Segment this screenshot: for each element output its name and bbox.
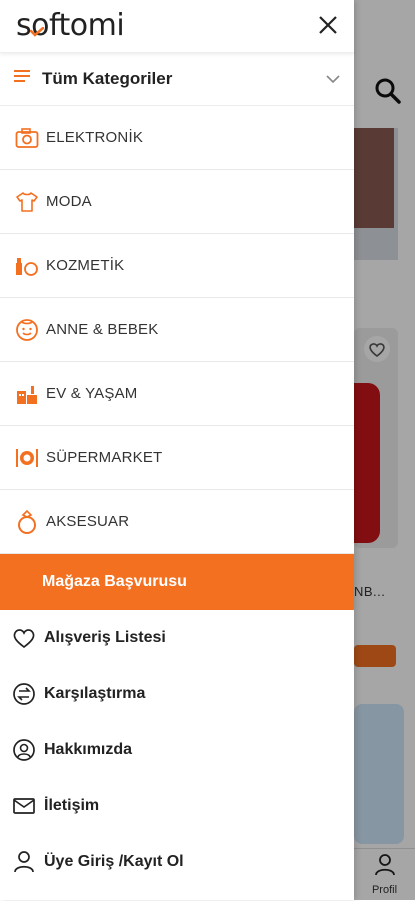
category-item-supermarket[interactable]: SÜPERMARKET bbox=[0, 426, 354, 490]
category-label: KOZMETİK bbox=[46, 257, 125, 274]
baby-icon bbox=[14, 317, 40, 343]
link-label: Üye Giriş /Kayıt Ol bbox=[44, 853, 184, 870]
tshirt-icon bbox=[14, 189, 40, 215]
camera-icon bbox=[14, 125, 40, 151]
menu-lines-icon bbox=[14, 69, 32, 90]
user-icon bbox=[12, 850, 36, 874]
category-item-aksesuar[interactable]: AKSESUAR bbox=[0, 490, 354, 554]
login-register-link[interactable]: Üye Giriş /Kayıt Ol bbox=[0, 834, 354, 890]
category-label: AKSESUAR bbox=[46, 513, 130, 530]
brand-logo[interactable]: softomi bbox=[16, 8, 125, 43]
ring-icon bbox=[14, 509, 40, 535]
chevron-down-icon bbox=[326, 71, 340, 89]
close-icon[interactable] bbox=[316, 13, 340, 37]
category-label: ANNE & BEBEK bbox=[46, 321, 159, 338]
navigation-drawer: softomi Tüm Kategoriler ELEKTRONİK MODA … bbox=[0, 0, 354, 900]
about-link[interactable]: Hakkımızda bbox=[0, 722, 354, 778]
contact-link[interactable]: İletişim bbox=[0, 778, 354, 834]
store-application-label: Mağaza Başvurusu bbox=[42, 573, 187, 590]
drawer-header: softomi bbox=[0, 0, 354, 53]
compare-icon bbox=[12, 682, 36, 706]
cosmetics-icon bbox=[14, 253, 40, 279]
store-application-button[interactable]: Mağaza Başvurusu bbox=[0, 554, 354, 610]
mail-icon bbox=[12, 794, 36, 818]
category-label: MODA bbox=[46, 193, 92, 210]
logo-text: softomi bbox=[16, 8, 125, 43]
category-item-ev-yasam[interactable]: EV & YAŞAM bbox=[0, 362, 354, 426]
cutlery-icon bbox=[14, 445, 40, 471]
link-label: İletişim bbox=[44, 797, 100, 814]
about-icon bbox=[12, 738, 36, 762]
link-label: Karşılaştırma bbox=[44, 685, 146, 702]
heart-icon bbox=[12, 626, 36, 650]
category-item-anne-bebek[interactable]: ANNE & BEBEK bbox=[0, 298, 354, 362]
link-label: Hakkımızda bbox=[44, 741, 133, 758]
home-icon bbox=[14, 381, 40, 407]
category-item-moda[interactable]: MODA bbox=[0, 170, 354, 234]
category-label: EV & YAŞAM bbox=[46, 385, 138, 402]
link-label: Alışveriş Listesi bbox=[44, 629, 166, 646]
category-item-elektronik[interactable]: ELEKTRONİK bbox=[0, 106, 354, 170]
logo-check-icon bbox=[30, 27, 44, 37]
category-label: ELEKTRONİK bbox=[46, 129, 144, 146]
shopping-list-link[interactable]: Alışveriş Listesi bbox=[0, 610, 354, 666]
category-label: SÜPERMARKET bbox=[46, 449, 163, 466]
compare-link[interactable]: Karşılaştırma bbox=[0, 666, 354, 722]
all-categories-label: Tüm Kategoriler bbox=[42, 69, 173, 88]
all-categories-toggle[interactable]: Tüm Kategoriler bbox=[0, 53, 354, 106]
category-item-kozmetik[interactable]: KOZMETİK bbox=[0, 234, 354, 298]
